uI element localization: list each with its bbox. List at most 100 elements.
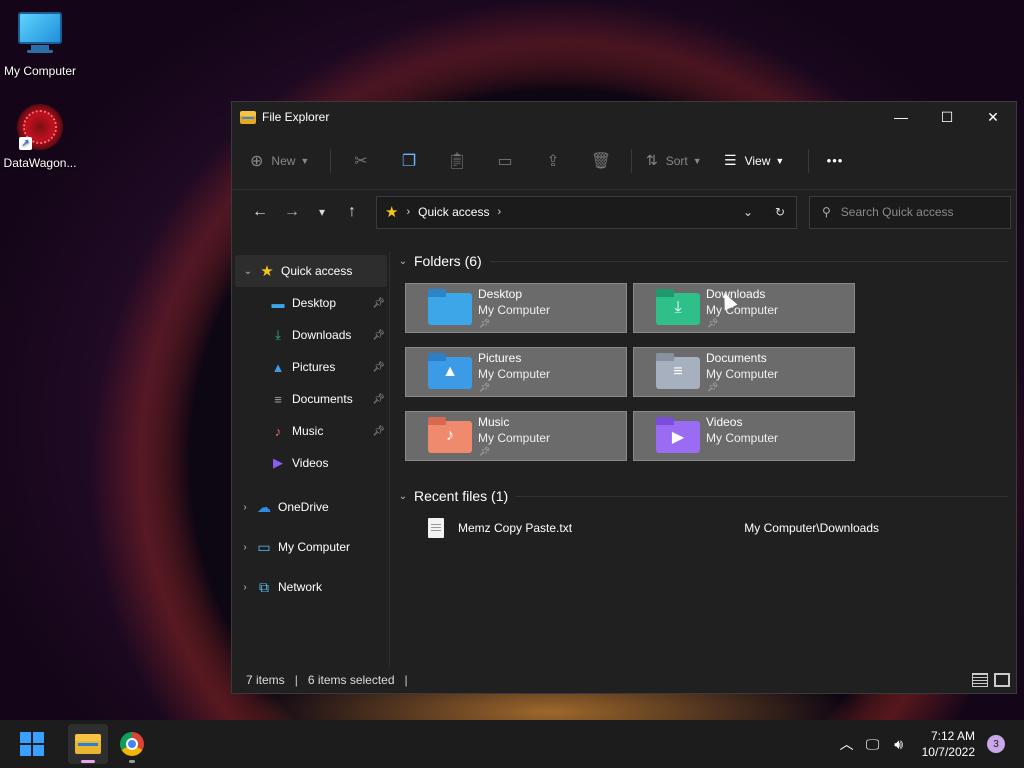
pictures-folder-icon: ▲ xyxy=(428,353,472,389)
minimize-button[interactable]: — xyxy=(878,102,924,132)
tiles-view-icon[interactable] xyxy=(994,673,1010,687)
new-button[interactable]: ⊕ New ▼ xyxy=(250,145,324,177)
sidebar-item-music[interactable]: ♪ Music 📌︎ xyxy=(232,415,389,447)
chevron-right-icon[interactable]: › xyxy=(234,582,256,593)
delete-icon[interactable]: 🗑︎ xyxy=(577,145,625,177)
network-icon[interactable]: 🖵︎ xyxy=(860,736,886,753)
recent-locations-button[interactable]: ▾ xyxy=(308,198,336,226)
new-label: New xyxy=(271,153,296,168)
sidebar-item-network[interactable]: › ⧉ Network xyxy=(232,567,389,607)
chevron-right-icon: › xyxy=(406,206,411,218)
sidebar-item-my-computer[interactable]: › ▭ My Computer xyxy=(232,527,389,567)
title-bar[interactable]: File Explorer — ☐ ✕ xyxy=(232,102,1016,132)
pin-icon: 📌︎ xyxy=(372,297,385,309)
view-label: View xyxy=(744,153,771,168)
chevron-right-icon[interactable]: › xyxy=(497,206,501,218)
search-input[interactable] xyxy=(840,205,991,219)
desktop-icon-label: DataWagon... xyxy=(3,156,77,170)
chevron-right-icon[interactable]: › xyxy=(234,542,256,553)
sidebar-item-label: Videos xyxy=(292,456,329,470)
folder-location: My Computer xyxy=(478,303,551,317)
rename-icon[interactable]: ▭ xyxy=(481,145,529,177)
folder-tile-desktop[interactable]: Desktop My Computer 📌︎ xyxy=(405,283,627,333)
chrome-icon xyxy=(120,732,144,756)
sidebar-item-videos[interactable]: ▶ Videos xyxy=(232,447,389,479)
start-button[interactable] xyxy=(12,724,52,764)
clock-time: 7:12 AM xyxy=(930,729,975,743)
pin-icon: 📌︎ xyxy=(479,446,491,456)
folder-tile-videos[interactable]: ▶ Videos My Computer xyxy=(633,411,855,461)
sidebar-item-desktop[interactable]: ▬ Desktop 📌︎ xyxy=(232,287,389,319)
breadcrumb-quick-access[interactable]: Quick access xyxy=(418,205,489,219)
navigation-row: ← → ▾ ↑ ★ › Quick access › ⌄ ↻ ⚲ xyxy=(232,190,1016,234)
recent-file-row[interactable]: Memz Copy Paste.txt My Computer\Download… xyxy=(428,509,1008,547)
chevron-right-icon[interactable]: › xyxy=(234,502,256,513)
show-hidden-icons-chevron-up-icon[interactable]: ︿ xyxy=(834,734,860,754)
window-title: File Explorer xyxy=(262,110,330,124)
notification-badge[interactable]: 3 xyxy=(987,735,1005,753)
chevron-down-icon: ▼ xyxy=(300,155,310,166)
folder-tile-documents[interactable]: ≡ Documents My Computer 📌︎ xyxy=(633,347,855,397)
chevron-down-icon[interactable]: ⌄ xyxy=(237,266,259,277)
sidebar-item-label: Desktop xyxy=(292,296,337,310)
sort-button[interactable]: ⇅ Sort ▼ xyxy=(638,145,718,177)
shortcut-arrow-icon: ↗ xyxy=(19,137,32,150)
folder-tile-pictures[interactable]: ▲ Pictures My Computer 📌︎ xyxy=(405,347,627,397)
close-button[interactable]: ✕ xyxy=(970,102,1016,132)
back-button[interactable]: ← xyxy=(244,198,276,226)
paste-icon[interactable]: 📋︎ xyxy=(433,145,481,177)
folder-location: My Computer xyxy=(706,303,779,317)
view-button[interactable]: ☰ View ▼ xyxy=(718,145,802,177)
sidebar-item-onedrive[interactable]: › ☁ OneDrive xyxy=(232,487,389,527)
cloud-icon: ☁ xyxy=(257,498,271,515)
folder-tile-music[interactable]: ♪ Music My Computer 📌︎ xyxy=(405,411,627,461)
forward-button[interactable]: → xyxy=(276,198,308,226)
item-count: 7 items xyxy=(246,673,285,687)
sidebar-item-downloads[interactable]: ⤓ Downloads 📌︎ xyxy=(232,319,389,351)
details-view-icon[interactable] xyxy=(972,673,988,687)
taskbar-chrome[interactable] xyxy=(112,724,152,764)
refresh-icon[interactable]: ↻ xyxy=(764,205,796,219)
sidebar-item-quick-access[interactable]: ⌄ ★ Quick access xyxy=(235,255,387,287)
command-bar: ⊕ New ▼ ✂ ❐ 📋︎ ▭ ⇪ 🗑︎ ⇅ Sort ▼ ☰ View ▼ … xyxy=(232,132,1016,190)
sidebar-item-documents[interactable]: ≡ Documents 📌︎ xyxy=(232,383,389,415)
recent-files-section-header[interactable]: ⌄ Recent files (1) xyxy=(398,487,1008,505)
sidebar-item-pictures[interactable]: ▲ Pictures 📌︎ xyxy=(232,351,389,383)
sidebar-item-label: OneDrive xyxy=(278,500,329,514)
windows-logo-icon xyxy=(20,732,44,756)
more-options-button[interactable]: ••• xyxy=(815,145,855,177)
file-explorer-window: File Explorer — ☐ ✕ ⊕ New ▼ ✂ ❐ 📋︎ ▭ ⇪ 🗑… xyxy=(231,101,1017,694)
address-dropdown-icon[interactable]: ⌄ xyxy=(732,205,764,219)
sidebar-item-label: Quick access xyxy=(281,264,353,278)
desktop-icon-datawagon[interactable]: ↗ DataWagon... xyxy=(0,104,80,170)
monitor-icon xyxy=(17,12,63,58)
pin-icon: 📌︎ xyxy=(479,382,491,392)
plus-circle-icon: ⊕ xyxy=(250,152,264,170)
toolbar-divider xyxy=(808,148,809,173)
status-bar: 7 items | 6 items selected | xyxy=(232,667,1016,693)
section-divider xyxy=(489,260,1008,262)
folders-section-header[interactable]: ⌄ Folders (6) xyxy=(398,252,1008,270)
desktop-icon-my-computer[interactable]: My Computer xyxy=(0,8,80,78)
text-file-icon xyxy=(428,518,444,538)
taskbar-file-explorer[interactable] xyxy=(68,724,108,764)
folder-tile-downloads[interactable]: ⤓ Downloads My Computer 📌︎ xyxy=(633,283,855,333)
downloads-folder-icon: ⤓ xyxy=(656,289,700,325)
pin-icon: 📌︎ xyxy=(372,329,385,341)
copy-icon[interactable]: ❐ xyxy=(385,145,433,177)
network-icon: ⧉ xyxy=(259,578,269,595)
address-bar[interactable]: ★ › Quick access › ⌄ ↻ xyxy=(376,195,797,229)
up-button[interactable]: ↑ xyxy=(336,198,368,226)
pin-icon: 📌︎ xyxy=(372,393,385,405)
clock[interactable]: 7:12 AM 10/7/2022 xyxy=(922,728,975,760)
search-box[interactable]: ⚲ xyxy=(809,195,1011,229)
desktop-folder-icon xyxy=(428,289,472,325)
share-icon[interactable]: ⇪ xyxy=(529,145,577,177)
documents-icon: ≡ xyxy=(274,391,282,407)
cut-icon[interactable]: ✂ xyxy=(337,145,385,177)
folder-name: Documents xyxy=(706,351,767,365)
volume-icon[interactable]: 🔊︎ xyxy=(886,736,912,753)
navigation-pane: ⌄ ★ Quick access ▬ Desktop 📌︎ ⤓ Downloads 📌︎ ▲… xyxy=(232,252,390,667)
folder-location: My Computer xyxy=(706,367,779,381)
maximize-button[interactable]: ☐ xyxy=(924,102,970,132)
